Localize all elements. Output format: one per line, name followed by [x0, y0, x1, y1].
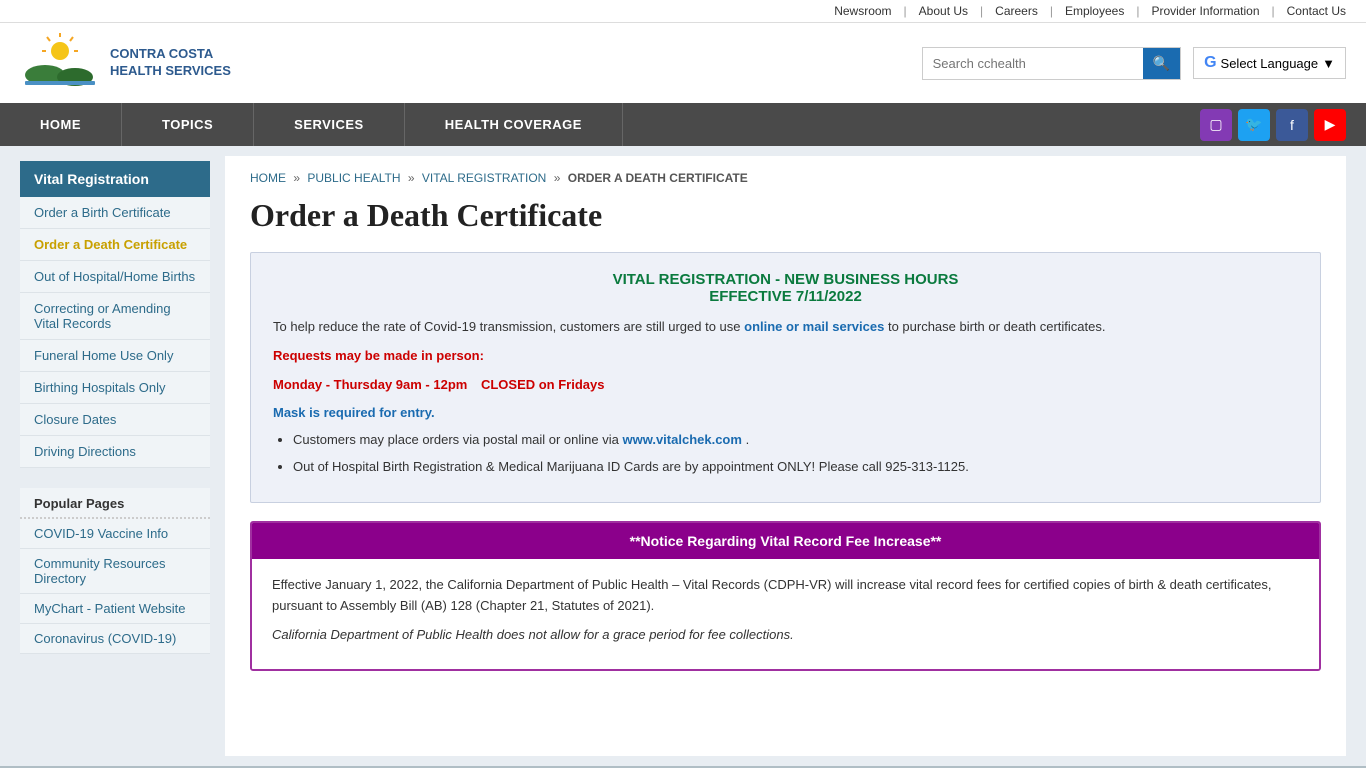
hours-line: Monday - Thursday 9am - 12pm CLOSED on F… [273, 375, 1298, 396]
sidebar-item-closure[interactable]: Closure Dates [20, 404, 210, 436]
info-box-title: VITAL REGISTRATION - NEW BUSINESS HOURS … [273, 271, 1298, 305]
online-mail-link[interactable]: online or mail services [744, 319, 884, 334]
newsroom-link[interactable]: Newsroom [834, 4, 891, 18]
nav-home[interactable]: HOME [0, 103, 122, 146]
search-input[interactable] [923, 50, 1143, 77]
nav-bar: HOME TOPICS SERVICES HEALTH COVERAGE ▢ 🐦… [0, 103, 1366, 146]
breadcrumb-home[interactable]: HOME [250, 171, 286, 185]
page-wrapper: Vital Registration Order a Birth Certifi… [0, 146, 1366, 766]
popular-covid-vaccine[interactable]: COVID-19 Vaccine Info [20, 519, 210, 549]
nav-topics[interactable]: TOPICS [122, 103, 254, 146]
bullet1: Customers may place orders via postal ma… [293, 430, 1298, 451]
breadcrumb-current: ORDER A DEATH CERTIFICATE [568, 171, 748, 185]
vitalchek-link[interactable]: www.vitalchek.com [622, 432, 741, 447]
site-header: CONTRA COSTA HEALTH SERVICES 🔍 G Select … [0, 23, 1366, 103]
contact-link[interactable]: Contact Us [1287, 4, 1346, 18]
popular-pages-section: Popular Pages COVID-19 Vaccine Info Comm… [20, 488, 210, 654]
sidebar: Vital Registration Order a Birth Certifi… [0, 146, 210, 766]
breadcrumb-sep1: » [293, 171, 300, 185]
logo-icon [20, 33, 100, 93]
google-icon: G [1204, 54, 1216, 72]
popular-nav: COVID-19 Vaccine Info Community Resource… [20, 519, 210, 654]
sidebar-item-birthing[interactable]: Birthing Hospitals Only [20, 372, 210, 404]
mask-text: Mask is required for entry. [273, 405, 1298, 420]
popular-coronavirus[interactable]: Coronavirus (COVID-19) [20, 624, 210, 654]
sidebar-item-death-cert[interactable]: Order a Death Certificate [20, 229, 210, 261]
instagram-icon[interactable]: ▢ [1200, 109, 1232, 141]
nav-services[interactable]: SERVICES [254, 103, 405, 146]
sep2: | [980, 4, 983, 18]
provider-link[interactable]: Provider Information [1151, 4, 1259, 18]
info-bullets: Customers may place orders via postal ma… [293, 430, 1298, 478]
about-link[interactable]: About Us [919, 4, 968, 18]
dropdown-arrow-icon: ▼ [1322, 56, 1335, 71]
utility-bar: Newsroom | About Us | Careers | Employee… [0, 0, 1366, 23]
bullet2: Out of Hospital Birth Registration & Med… [293, 457, 1298, 478]
info-box: VITAL REGISTRATION - NEW BUSINESS HOURS … [250, 252, 1321, 503]
page-title: Order a Death Certificate [250, 197, 1321, 234]
breadcrumb-vital-reg[interactable]: VITAL REGISTRATION [422, 171, 546, 185]
breadcrumb-sep3: » [554, 171, 561, 185]
logo-text: CONTRA COSTA HEALTH SERVICES [110, 46, 231, 80]
info-para1: To help reduce the rate of Covid-19 tran… [273, 317, 1298, 338]
breadcrumb: HOME » PUBLIC HEALTH » VITAL REGISTRATIO… [250, 171, 1321, 185]
translate-button[interactable]: G Select Language ▼ [1193, 47, 1346, 79]
main-content: HOME » PUBLIC HEALTH » VITAL REGISTRATIO… [225, 156, 1346, 756]
sep5: | [1272, 4, 1275, 18]
nav-health-coverage[interactable]: HEALTH COVERAGE [405, 103, 623, 146]
sep1: | [904, 4, 907, 18]
breadcrumb-sep2: » [408, 171, 415, 185]
search-box: 🔍 [922, 47, 1181, 80]
in-person-line: Requests may be made in person: [273, 346, 1298, 367]
translate-label: Select Language [1221, 56, 1319, 71]
employees-link[interactable]: Employees [1065, 4, 1124, 18]
popular-mychart[interactable]: MyChart - Patient Website [20, 594, 210, 624]
sep3: | [1050, 4, 1053, 18]
search-button[interactable]: 🔍 [1143, 48, 1180, 79]
careers-link[interactable]: Careers [995, 4, 1038, 18]
twitter-icon[interactable]: 🐦 [1238, 109, 1270, 141]
logo-area: CONTRA COSTA HEALTH SERVICES [20, 33, 231, 93]
notice-para2: California Department of Public Health d… [272, 625, 1299, 646]
notice-header: **Notice Regarding Vital Record Fee Incr… [252, 523, 1319, 559]
sidebar-item-correcting[interactable]: Correcting or Amending Vital Records [20, 293, 210, 340]
facebook-icon[interactable]: f [1276, 109, 1308, 141]
search-area: 🔍 [922, 47, 1181, 80]
notice-para1: Effective January 1, 2022, the Californi… [272, 575, 1299, 617]
popular-community-resources[interactable]: Community Resources Directory [20, 549, 210, 594]
notice-box: **Notice Regarding Vital Record Fee Incr… [250, 521, 1321, 671]
notice-body: Effective January 1, 2022, the Californi… [252, 559, 1319, 669]
sidebar-item-funeral[interactable]: Funeral Home Use Only [20, 340, 210, 372]
social-icons: ▢ 🐦 f ▶ [1200, 109, 1366, 141]
sidebar-item-home-births[interactable]: Out of Hospital/Home Births [20, 261, 210, 293]
youtube-icon[interactable]: ▶ [1314, 109, 1346, 141]
breadcrumb-public-health[interactable]: PUBLIC HEALTH [307, 171, 400, 185]
sidebar-title: Vital Registration [20, 161, 210, 197]
sep4: | [1136, 4, 1139, 18]
sidebar-item-birth-cert[interactable]: Order a Birth Certificate [20, 197, 210, 229]
popular-pages-title: Popular Pages [20, 488, 210, 519]
sidebar-nav: Order a Birth Certificate Order a Death … [20, 197, 210, 468]
sidebar-item-driving[interactable]: Driving Directions [20, 436, 210, 468]
